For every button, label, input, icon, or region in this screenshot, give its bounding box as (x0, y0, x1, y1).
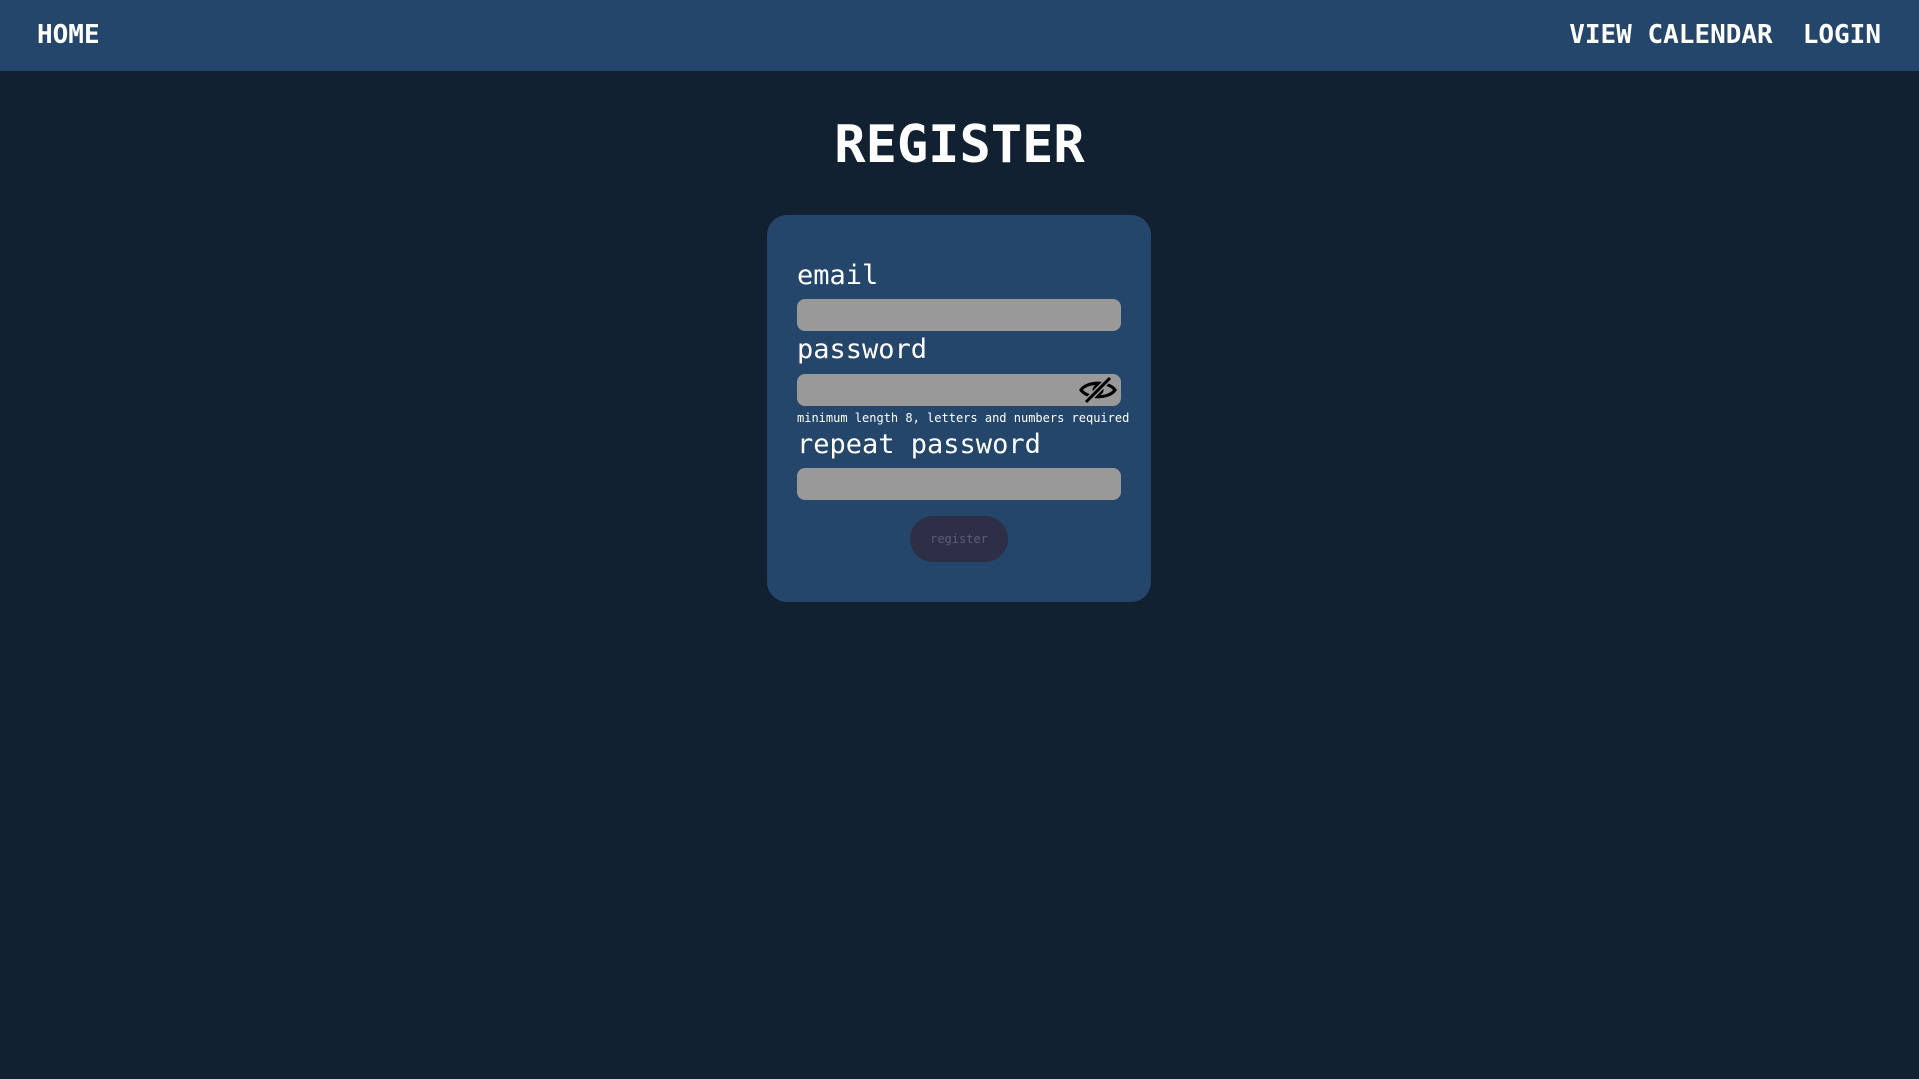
eye-slash-icon-graphic (1079, 376, 1117, 404)
nav-home-link[interactable]: HOME (37, 0, 100, 71)
email-input[interactable] (797, 299, 1121, 331)
nav-login-link[interactable]: LOGIN (1803, 0, 1881, 71)
nav-right-group: VIEW CALENDAR LOGIN (1569, 0, 1881, 71)
register-button[interactable]: register (910, 516, 1008, 562)
password-hint: minimum length 8, letters and numbers re… (797, 411, 1130, 425)
page-title: REGISTER (834, 115, 1085, 175)
top-navbar: HOME VIEW CALENDAR LOGIN (0, 0, 1919, 71)
eye-slash-icon[interactable] (1076, 374, 1120, 406)
register-form-card: email password minimum length 8, letters… (767, 215, 1151, 602)
repeat-password-label: repeat password (797, 429, 1041, 460)
password-label: password (797, 334, 928, 365)
nav-view-calendar-link[interactable]: VIEW CALENDAR (1569, 0, 1773, 71)
repeat-password-input[interactable] (797, 468, 1121, 500)
password-input[interactable] (797, 374, 1121, 406)
email-label: email (797, 260, 879, 291)
